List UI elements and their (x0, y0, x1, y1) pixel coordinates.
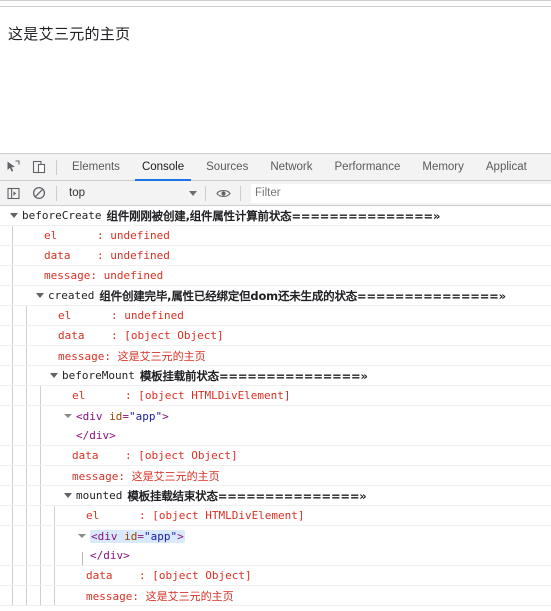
console-dom-node-open[interactable]: <div id="app"> (0, 526, 551, 546)
console-error-text: data : undefined (44, 249, 170, 262)
console-group-name: mounted (76, 489, 123, 502)
device-toolbar-icon[interactable] (26, 155, 52, 180)
screenshot-root: 这是艾三元的主页 Elements Console Sources Networ… (0, 0, 551, 611)
group-expand-triangle-icon[interactable] (64, 493, 72, 498)
live-expression-eye-icon[interactable] (210, 181, 236, 206)
dom-close-tag: </div> (76, 429, 116, 442)
console-error-text: message: undefined (44, 269, 164, 282)
tab-performance-label: Performance (334, 161, 401, 173)
console-error-row: message: 这是艾三元的主页 (0, 466, 551, 486)
console-toolbar-divider-1 (56, 185, 57, 201)
console-dom-node-open[interactable]: <div id="app"> (0, 406, 551, 426)
console-toolbar-divider-3 (240, 185, 241, 201)
console-group-description: 模板挂载前状态===============» (139, 368, 368, 383)
dom-expand-triangle-icon[interactable] (78, 534, 86, 538)
console-error-row: message: undefined (0, 266, 551, 286)
console-log-area[interactable]: beforeCreate 组件刚刚被创建,组件属性计算前状态===========… (0, 206, 551, 610)
page-heading: 这是艾三元的主页 (8, 25, 131, 43)
inspect-cursor-icon[interactable] (0, 155, 26, 180)
console-error-text: message: 这是艾三元的主页 (58, 349, 206, 363)
console-dom-node-close: </div> (0, 546, 551, 566)
tab-network[interactable]: Network (259, 154, 323, 181)
console-group-header[interactable]: beforeMount 模板挂载前状态===============» (0, 366, 551, 386)
tab-elements-label: Elements (72, 161, 120, 173)
tab-sources[interactable]: Sources (195, 154, 259, 181)
console-error-text: el : undefined (58, 309, 184, 322)
tab-memory-label: Memory (422, 161, 464, 173)
devtools-tab-list: Elements Console Sources Network Perform… (61, 154, 538, 181)
console-error-text: data : [object Object] (86, 569, 252, 582)
console-error-text: el : undefined (44, 229, 170, 242)
console-group-name: beforeCreate (22, 209, 102, 222)
console-toolbar: top (0, 181, 551, 206)
console-error-text: message: 这是艾三元的主页 (72, 469, 220, 483)
console-error-row: data : [object Object] (0, 326, 551, 346)
console-sidebar-icon[interactable] (0, 181, 26, 206)
console-group-header[interactable]: created 组件创建完毕,属性已经绑定但dom还未生成的状态=========… (0, 286, 551, 306)
clear-console-icon[interactable] (26, 181, 52, 206)
console-error-row: el : [object HTMLDivElement] (0, 506, 551, 526)
dom-open-tag: <div id="app"> (76, 409, 169, 423)
console-group-header[interactable]: mounted 模板挂载结束状态===============» (0, 486, 551, 506)
group-expand-triangle-icon[interactable] (10, 213, 18, 218)
tab-performance[interactable]: Performance (324, 154, 412, 181)
dom-open-tag: <div id="app"> (90, 529, 185, 543)
console-group-name: beforeMount (62, 369, 135, 382)
tab-application-label: Applicat (485, 161, 527, 173)
console-group-description: 组件刚刚被创建,组件属性计算前状态===============» (106, 208, 441, 223)
page-viewport: 这是艾三元的主页 (0, 0, 551, 153)
console-group-header[interactable]: beforeCreate 组件刚刚被创建,组件属性计算前状态===========… (0, 206, 551, 226)
dom-child-guide (82, 552, 83, 565)
tab-network-label: Network (270, 161, 313, 173)
group-expand-triangle-icon[interactable] (36, 293, 44, 298)
console-toolbar-divider-2 (205, 185, 206, 201)
console-group-description: 组件创建完毕,属性已经绑定但dom还未生成的状态===============» (99, 288, 506, 303)
console-error-row: message: 这是艾三元的主页 (0, 586, 551, 606)
console-error-row: el : undefined (0, 226, 551, 246)
console-filter-input[interactable] (251, 183, 551, 203)
console-error-row: el : [object HTMLDivElement] (0, 386, 551, 406)
tab-elements[interactable]: Elements (61, 154, 131, 181)
execution-context-select[interactable]: top (63, 184, 201, 203)
console-group-description: 模板挂载结束状态===============» (127, 488, 367, 503)
page-top-divider (0, 6, 551, 7)
devtools-tabbar: Elements Console Sources Network Perform… (0, 154, 551, 181)
console-error-text: data : [object Object] (58, 329, 224, 342)
toolbar-divider (56, 159, 57, 175)
tab-application[interactable]: Applicat (475, 154, 538, 181)
console-error-text: el : [object HTMLDivElement] (72, 389, 291, 402)
console-error-text: message: 这是艾三元的主页 (86, 589, 234, 603)
console-error-row: data : undefined (0, 246, 551, 266)
dom-close-tag: </div> (90, 549, 130, 562)
console-error-row: el : undefined (0, 306, 551, 326)
console-error-row: message: 这是艾三元的主页 (0, 346, 551, 366)
console-error-text: data : [object Object] (72, 449, 238, 462)
console-group-name: created (48, 289, 95, 302)
dom-expand-triangle-icon[interactable] (64, 414, 72, 418)
execution-context-value: top (69, 187, 85, 199)
group-expand-triangle-icon[interactable] (50, 373, 58, 378)
console-dom-node-close: </div> (0, 426, 551, 446)
tab-console-label: Console (141, 161, 185, 173)
console-error-row: data : [object Object] (0, 566, 551, 586)
tab-console[interactable]: Console (131, 154, 195, 181)
console-error-row: data : [object Object] (0, 446, 551, 466)
tab-memory[interactable]: Memory (411, 154, 475, 181)
console-error-text: el : [object HTMLDivElement] (86, 509, 305, 522)
devtools-panel: Elements Console Sources Network Perform… (0, 153, 551, 611)
chevron-down-icon (189, 190, 197, 196)
tab-sources-label: Sources (206, 161, 249, 173)
